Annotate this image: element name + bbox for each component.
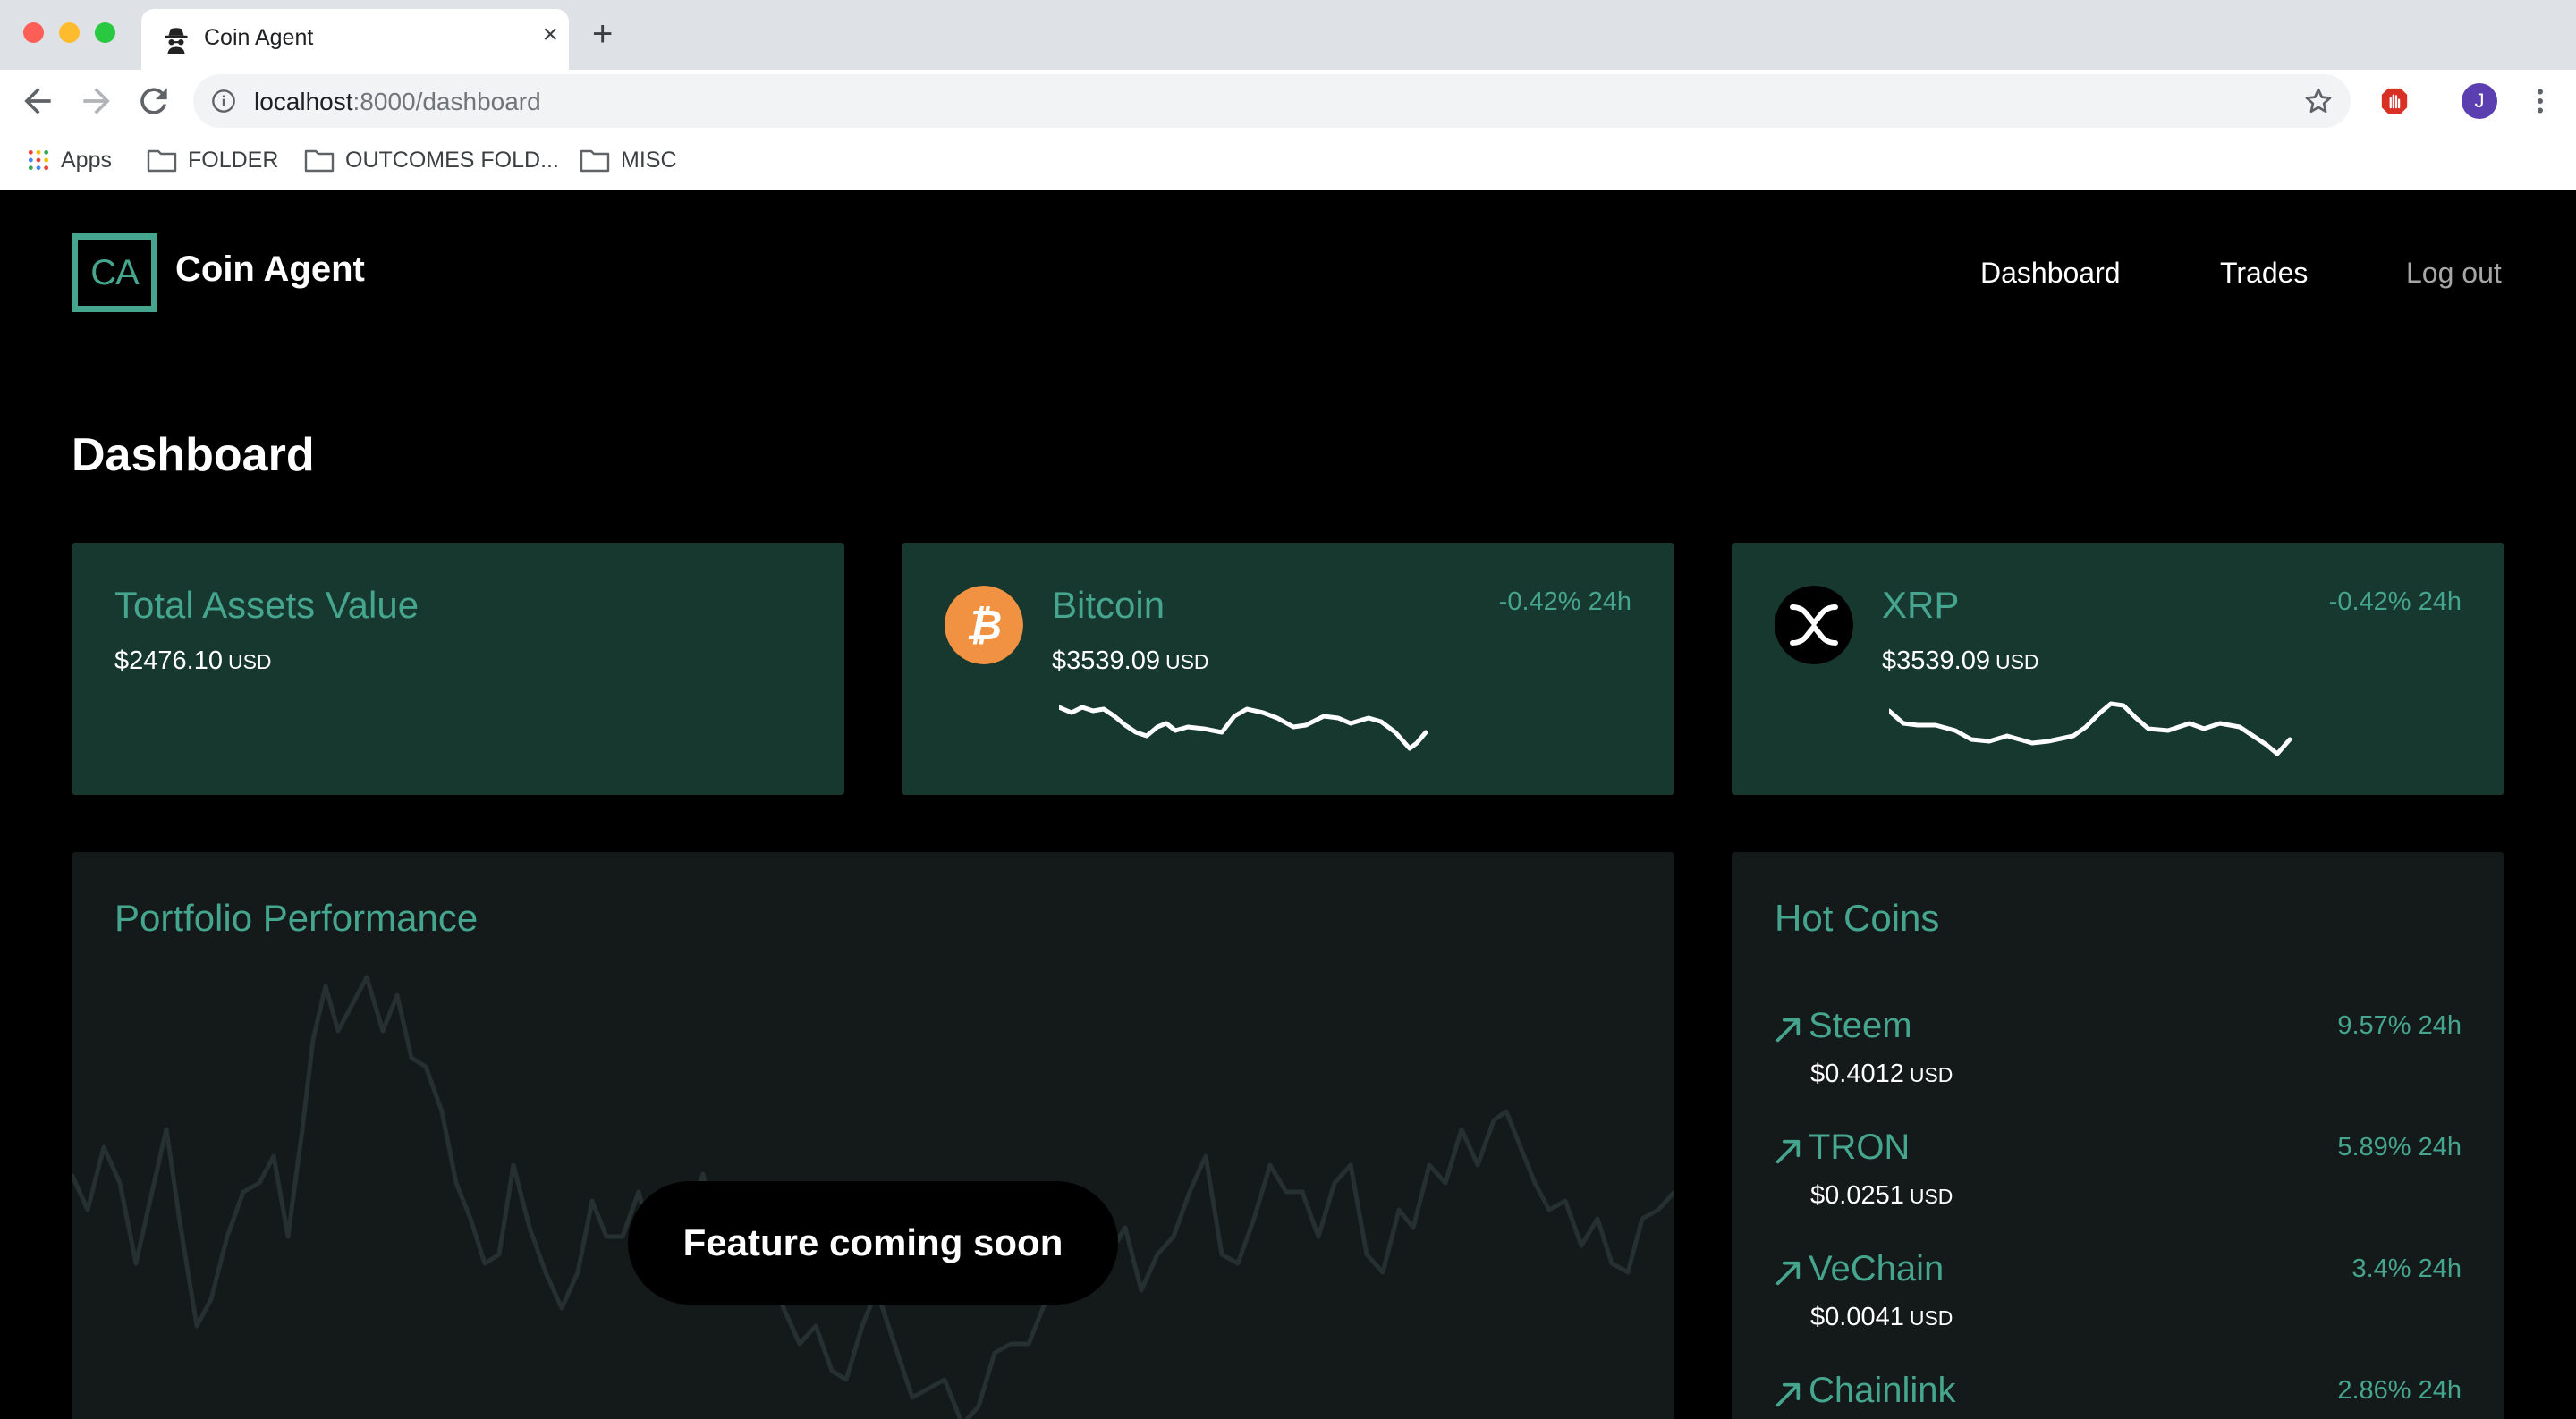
hot-coin-change: 3.4% 24h xyxy=(2351,1254,2462,1283)
new-tab-button[interactable]: + xyxy=(592,16,613,52)
card-title: Total Assets Value xyxy=(114,584,419,626)
back-arrow-icon[interactable] xyxy=(18,81,57,121)
trend-up-arrow-icon xyxy=(1775,1261,1801,1286)
hot-coin-item[interactable]: VeChain 3.4% 24h $0.0041 USD xyxy=(1732,1247,2504,1364)
total-value: $2476.10 USD xyxy=(114,646,272,676)
forward-arrow-icon[interactable] xyxy=(77,81,116,121)
hot-coin-change: 5.89% 24h xyxy=(2337,1133,2462,1161)
page-title: Dashboard xyxy=(72,429,315,481)
coin-change: -0.42% 24h xyxy=(2328,587,2462,616)
tab-title: Coin Agent xyxy=(204,25,314,50)
feature-coming-soon-badge: Feature coming soon xyxy=(628,1181,1118,1305)
hot-coin-price: $0.4012 USD xyxy=(1810,1060,1953,1089)
hot-coin-change: 9.57% 24h xyxy=(2337,1011,2462,1040)
hot-coin-item[interactable]: TRON 5.89% 24h $0.0251 USD xyxy=(1732,1126,2504,1242)
hot-coins-card: Hot Coins Steem 9.57% 24h $0.4012 USD TRO… xyxy=(1732,852,2504,1419)
total-assets-card: Total Assets Value $2476.10 USD xyxy=(72,543,844,795)
bitcoin-icon: ₿ xyxy=(945,586,1023,664)
bookmark-outcomes-folder[interactable]: OUTCOMES FOLD... xyxy=(304,145,559,175)
folder-icon xyxy=(147,149,177,173)
reload-icon[interactable] xyxy=(134,81,174,121)
xrp-sparkline xyxy=(1889,701,2292,756)
total-value-amount: $2476.10 xyxy=(114,646,223,675)
bookmark-label: Apps xyxy=(61,147,112,173)
hot-coin-name: Chainlink xyxy=(1809,1371,1956,1410)
bitcoin-sparkline xyxy=(1059,705,1428,751)
coin-price: $3539.09 USD xyxy=(1882,646,2039,676)
hot-coin-price: $0.0041 USD xyxy=(1810,1303,1953,1332)
currency-unit: USD xyxy=(1995,650,2039,673)
window-close-button[interactable] xyxy=(23,22,44,43)
coin-name: XRP xyxy=(1882,584,1960,626)
nav-dashboard[interactable]: Dashboard xyxy=(1980,257,2121,290)
folder-icon xyxy=(580,149,610,173)
trend-up-arrow-icon xyxy=(1775,1018,1801,1043)
hot-coin-price-amount: $0.4012 xyxy=(1810,1060,1904,1088)
browser-tab-bar: Coin Agent × + xyxy=(0,0,2576,70)
bookmark-label: OUTCOMES FOLD... xyxy=(345,147,559,173)
window-zoom-button[interactable] xyxy=(95,22,115,43)
site-info-icon[interactable] xyxy=(211,89,236,114)
coin-price-amount: $3539.09 xyxy=(1882,646,1990,675)
bookmarks-bar: Apps FOLDER OUTCOMES FOLD... MISC xyxy=(0,132,2576,190)
hot-coin-name: VeChain xyxy=(1809,1249,1945,1288)
hot-coin-change: 2.86% 24h xyxy=(2337,1376,2462,1405)
coin-price: $3539.09 USD xyxy=(1052,646,1209,676)
card-title: Hot Coins xyxy=(1775,897,1940,939)
currency-unit: USD xyxy=(1909,1306,1953,1330)
hot-coin-price-amount: $0.0251 xyxy=(1810,1181,1904,1210)
coin-price-amount: $3539.09 xyxy=(1052,646,1160,675)
app-viewport: CA Coin Agent Dashboard Trades Log out D… xyxy=(0,190,2576,1419)
url-path: :8000/dashboard xyxy=(352,88,541,115)
card-title: Portfolio Performance xyxy=(114,897,479,939)
browser-toolbar: localhost:8000/dashboard J xyxy=(0,70,2576,132)
hot-coin-item[interactable]: Chainlink 2.86% 24h xyxy=(1732,1369,2504,1419)
currency-unit: USD xyxy=(227,650,272,673)
xrp-icon xyxy=(1775,586,1853,664)
svg-text:₿: ₿ xyxy=(966,602,1002,648)
browser-tab[interactable]: Coin Agent × xyxy=(141,9,569,70)
nav-logout[interactable]: Log out xyxy=(2406,257,2502,290)
window-minimize-button[interactable] xyxy=(59,22,80,43)
apps-grid-icon xyxy=(28,149,49,171)
profile-avatar[interactable]: J xyxy=(2462,83,2497,119)
portfolio-card: Portfolio Performance xyxy=(72,852,1674,1419)
trend-up-arrow-icon xyxy=(1775,1139,1801,1164)
hot-coin-price-amount: $0.0041 xyxy=(1810,1303,1904,1331)
address-bar[interactable]: localhost:8000/dashboard xyxy=(193,74,2351,128)
trend-up-arrow-icon xyxy=(1775,1382,1801,1407)
bookmark-misc[interactable]: MISC xyxy=(580,145,677,175)
logo[interactable]: CA xyxy=(72,233,157,312)
folder-icon xyxy=(304,149,335,173)
tab-close-icon[interactable]: × xyxy=(542,21,558,48)
currency-unit: USD xyxy=(1909,1185,1953,1208)
browser-menu-icon[interactable] xyxy=(2524,85,2556,117)
extension-hand-icon[interactable] xyxy=(2379,86,2410,116)
bookmark-apps[interactable]: Apps xyxy=(27,145,112,175)
bookmark-label: MISC xyxy=(621,147,677,173)
bookmark-star-icon[interactable] xyxy=(2302,85,2334,117)
xrp-card[interactable]: XRP -0.42% 24h $3539.09 USD xyxy=(1732,543,2504,795)
url-text: localhost:8000/dashboard xyxy=(254,88,541,116)
hot-coin-price: $0.0251 USD xyxy=(1810,1181,1953,1211)
currency-unit: USD xyxy=(1909,1063,1953,1086)
hot-coin-item[interactable]: Steem 9.57% 24h $0.4012 USD xyxy=(1732,1004,2504,1120)
nav-trades[interactable]: Trades xyxy=(2220,257,2308,290)
coin-change: -0.42% 24h xyxy=(1498,587,1631,616)
currency-unit: USD xyxy=(1165,650,1209,673)
bookmark-folder[interactable]: FOLDER xyxy=(147,145,278,175)
brand-name[interactable]: Coin Agent xyxy=(175,249,365,290)
bookmark-label: FOLDER xyxy=(188,147,279,173)
bitcoin-card[interactable]: ₿ Bitcoin -0.42% 24h $3539.09 USD xyxy=(902,543,1674,795)
coin-name: Bitcoin xyxy=(1052,584,1165,626)
url-host: localhost xyxy=(254,88,353,115)
hot-coin-name: Steem xyxy=(1809,1006,1912,1045)
spy-favicon-icon xyxy=(165,28,188,54)
hot-coin-name: TRON xyxy=(1809,1128,1911,1167)
